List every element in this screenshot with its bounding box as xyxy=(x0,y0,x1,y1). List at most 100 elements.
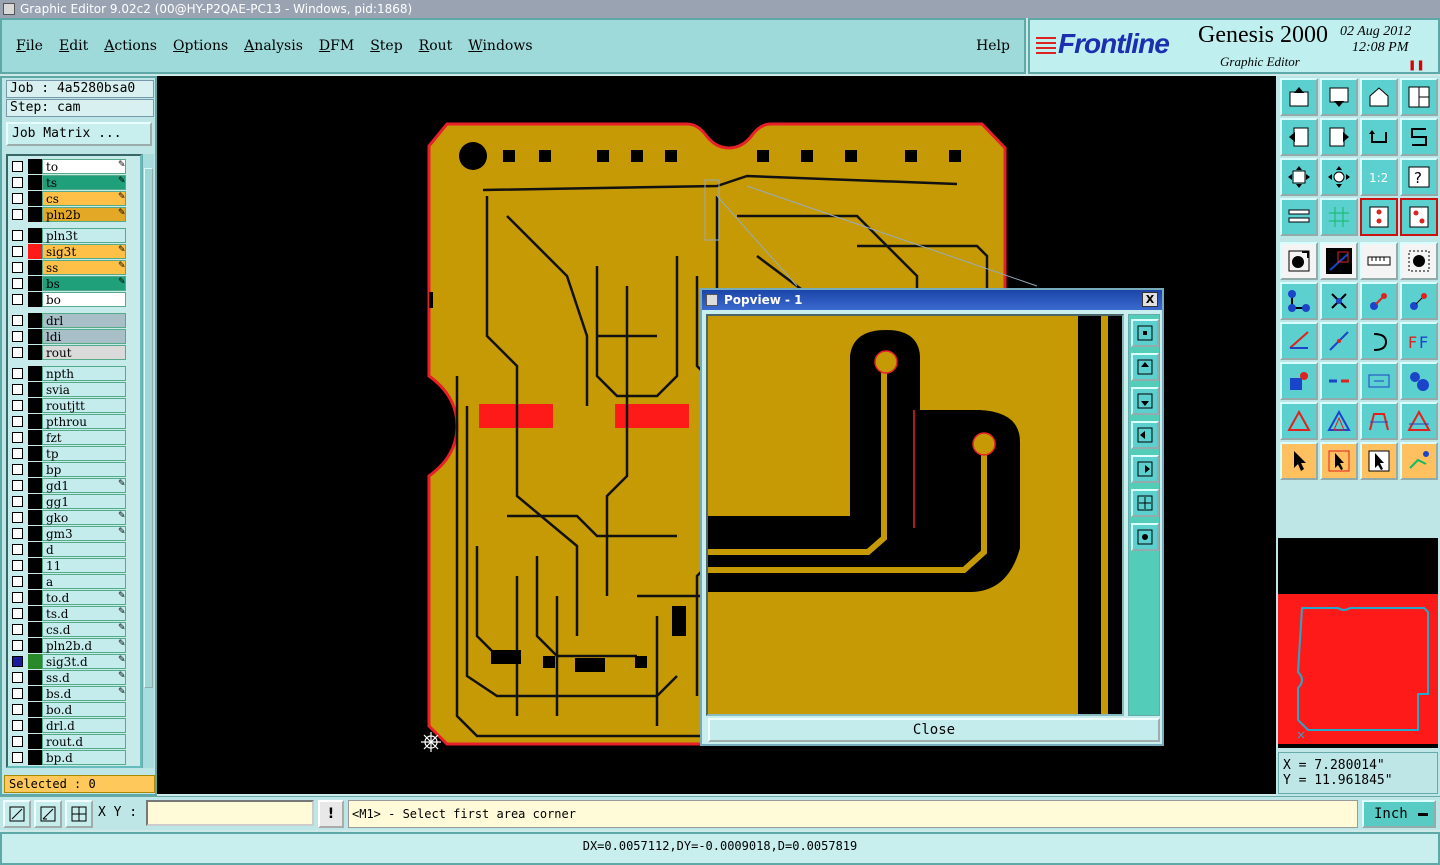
diagonal-line-icon[interactable] xyxy=(1320,322,1358,360)
home-view-icon[interactable] xyxy=(1360,78,1398,116)
layer-color-swatch[interactable] xyxy=(28,159,42,174)
ruler-icon[interactable] xyxy=(1360,242,1398,280)
pointer-icon[interactable] xyxy=(1280,442,1318,480)
layer-name[interactable]: to.d xyxy=(42,590,126,605)
popview-pan-up-icon[interactable] xyxy=(1131,353,1159,381)
layer-color-swatch[interactable] xyxy=(28,276,42,291)
layer-checkbox[interactable] xyxy=(12,278,23,289)
mirror-text-icon[interactable]: FF xyxy=(1400,322,1438,360)
layer-checkbox[interactable] xyxy=(12,230,23,241)
net-pointer-icon[interactable] xyxy=(1400,442,1438,480)
layer-checkbox[interactable] xyxy=(12,512,23,523)
layer-checkbox[interactable] xyxy=(12,688,23,699)
edit-tools-icon[interactable] xyxy=(1280,198,1318,236)
layer-checkbox[interactable] xyxy=(12,161,23,172)
layer-checkbox[interactable] xyxy=(12,448,23,459)
popview-pan-left-icon[interactable] xyxy=(1131,421,1159,449)
layer-name[interactable]: npth xyxy=(42,366,126,381)
layer-row[interactable]: rout.d xyxy=(8,734,138,749)
menu-edit[interactable]: Edit xyxy=(59,38,88,54)
zoom-home-icon[interactable] xyxy=(1280,78,1318,116)
layer-row[interactable]: to.d ✎ xyxy=(8,590,138,605)
layer-name[interactable]: pln2b.d xyxy=(42,638,126,653)
layer-color-swatch[interactable] xyxy=(28,313,42,328)
layer-row[interactable]: ss ✎ xyxy=(8,260,138,275)
layer-row[interactable]: pthrou xyxy=(8,414,138,429)
snap-grid-icon[interactable] xyxy=(65,800,93,828)
layer-name[interactable]: sig3t.d xyxy=(42,654,126,669)
layer-checkbox[interactable] xyxy=(12,640,23,651)
layer-color-swatch[interactable] xyxy=(28,494,42,509)
layer-row[interactable]: sig3t ✎ xyxy=(8,244,138,259)
layer-checkbox[interactable] xyxy=(12,576,23,587)
snap-center-icon[interactable] xyxy=(1400,198,1438,236)
layer-color-swatch[interactable] xyxy=(28,750,42,765)
layer-color-swatch[interactable] xyxy=(28,686,42,701)
layer-color-swatch[interactable] xyxy=(28,606,42,621)
layer-checkbox[interactable] xyxy=(12,262,23,273)
layer-name[interactable]: tp xyxy=(42,446,126,461)
menu-actions[interactable]: Actions xyxy=(104,38,157,54)
pan-right-icon[interactable] xyxy=(1320,118,1358,156)
layer-name[interactable]: ts.d xyxy=(42,606,126,621)
layer-list[interactable]: to ✎ ts ✎ cs ✎ pln2b ✎ pln3t sig3t ✎ ss ✎ bs ✎ bo drl ldi… xyxy=(6,154,142,768)
layer-color-swatch[interactable] xyxy=(28,414,42,429)
layer-name[interactable]: bp xyxy=(42,462,126,477)
layer-row[interactable]: svia xyxy=(8,382,138,397)
triangle-shape-icon[interactable] xyxy=(1320,402,1358,440)
layer-checkbox[interactable] xyxy=(12,752,23,763)
layer-checkbox[interactable] xyxy=(12,347,23,358)
fit-all-icon[interactable] xyxy=(1280,158,1318,196)
layer-row[interactable]: gm3 ✎ xyxy=(8,526,138,541)
layer-color-swatch[interactable] xyxy=(28,446,42,461)
layer-name[interactable]: bs.d xyxy=(42,686,126,701)
layer-row[interactable]: ts ✎ xyxy=(8,175,138,190)
layer-color-swatch[interactable] xyxy=(28,622,42,637)
layer-checkbox[interactable] xyxy=(12,400,23,411)
pointer-select-icon[interactable] xyxy=(1360,442,1398,480)
layer-checkbox[interactable] xyxy=(12,315,23,326)
layer-row[interactable]: pln2b.d ✎ xyxy=(8,638,138,653)
layer-name[interactable]: ss.d xyxy=(42,670,126,685)
snake-icon[interactable] xyxy=(1400,118,1438,156)
layer-color-swatch[interactable] xyxy=(28,542,42,557)
layer-row[interactable]: ss.d ✎ xyxy=(8,670,138,685)
layer-checkbox[interactable] xyxy=(12,496,23,507)
redo-view-icon[interactable] xyxy=(1360,118,1398,156)
polygon-shape-icon[interactable] xyxy=(1400,402,1438,440)
group-pads-icon[interactable] xyxy=(1400,362,1438,400)
layer-row[interactable]: bp.d xyxy=(8,750,138,765)
copy-feature-icon[interactable] xyxy=(1400,282,1438,320)
layer-row[interactable]: ts.d ✎ xyxy=(8,606,138,621)
layer-name[interactable]: ss xyxy=(42,260,126,275)
line-draw-icon[interactable] xyxy=(1320,242,1358,280)
menu-help[interactable]: Help xyxy=(976,38,1010,54)
popview-zoom-view[interactable] xyxy=(706,314,1124,716)
connect-pads-icon[interactable] xyxy=(1280,282,1318,320)
layer-checkbox[interactable] xyxy=(12,193,23,204)
popview-pan-down-icon[interactable] xyxy=(1131,387,1159,415)
layer-name[interactable]: gm3 xyxy=(42,526,126,541)
angle-line-icon[interactable] xyxy=(1280,322,1318,360)
layer-checkbox[interactable] xyxy=(12,331,23,342)
layer-color-swatch[interactable] xyxy=(28,244,42,259)
layer-name[interactable]: pthrou xyxy=(42,414,126,429)
layer-row[interactable]: bs.d ✎ xyxy=(8,686,138,701)
pointer-box-icon[interactable] xyxy=(1320,442,1358,480)
layer-name[interactable]: drl.d xyxy=(42,718,126,733)
layer-color-swatch[interactable] xyxy=(28,462,42,477)
layer-name[interactable]: gg1 xyxy=(42,494,126,509)
popview-close-x-button[interactable]: X xyxy=(1142,292,1158,307)
layer-color-swatch[interactable] xyxy=(28,526,42,541)
layer-color-swatch[interactable] xyxy=(28,718,42,733)
layer-checkbox[interactable] xyxy=(12,432,23,443)
layer-checkbox[interactable] xyxy=(12,246,23,257)
layer-checkbox[interactable] xyxy=(12,624,23,635)
select-area-icon[interactable] xyxy=(1400,242,1438,280)
layer-checkbox[interactable] xyxy=(12,177,23,188)
pan-left-icon[interactable] xyxy=(1280,118,1318,156)
layer-row[interactable]: a xyxy=(8,574,138,589)
job-matrix-button[interactable]: Job Matrix ... xyxy=(6,122,152,146)
layer-name[interactable]: cs xyxy=(42,191,126,206)
layer-checkbox[interactable] xyxy=(12,560,23,571)
